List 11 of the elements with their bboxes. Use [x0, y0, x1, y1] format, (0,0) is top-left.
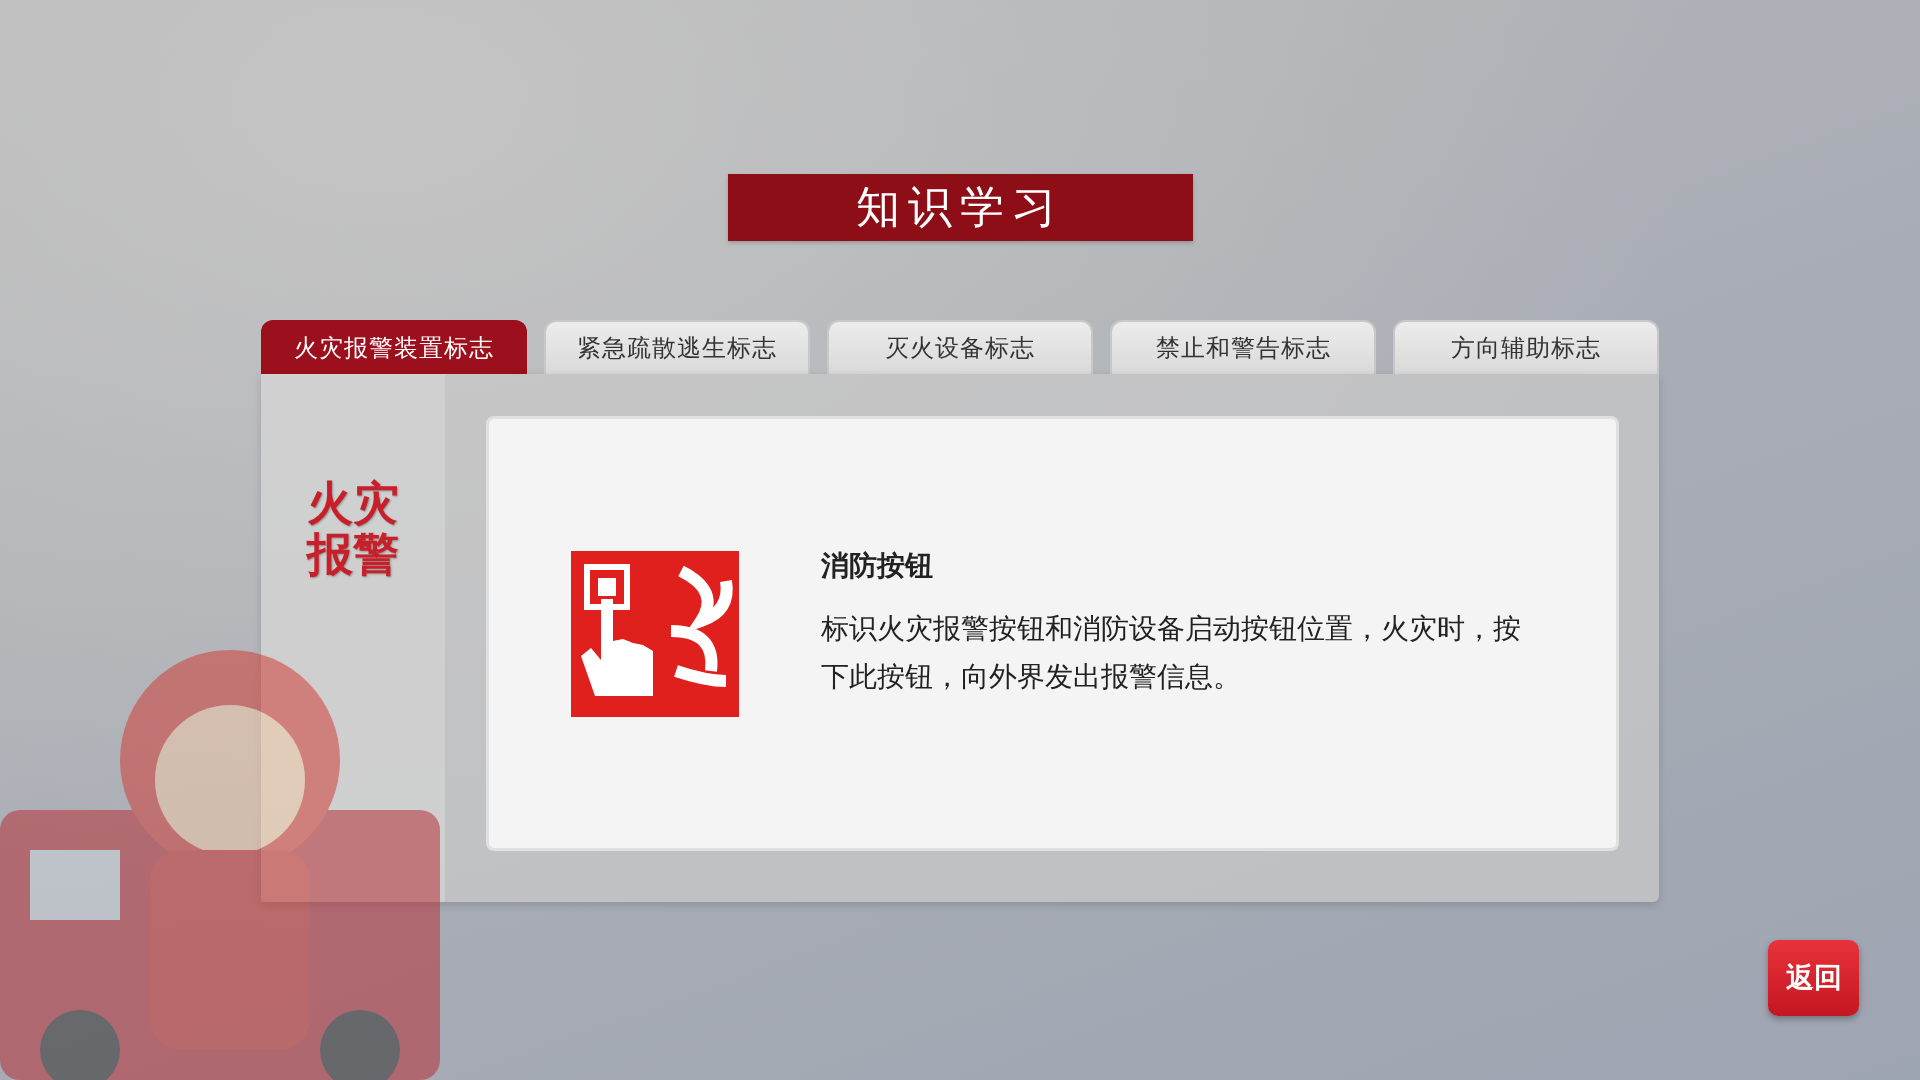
sign-description: 标识火灾报警按钮和消防设备启动按钮位置，火灾时，按下此按钮，向外界发出报警信息。	[821, 610, 1521, 695]
category-tab[interactable]: 灭火设备标志	[827, 320, 1093, 374]
category-tab[interactable]: 紧急疏散逃生标志	[544, 320, 810, 374]
category-tab[interactable]: 禁止和警告标志	[1110, 320, 1376, 374]
category-tab[interactable]: 火灾报警装置标志	[261, 320, 527, 374]
page-title: 知识学习	[727, 174, 1193, 241]
sign-name: 消防按钮	[821, 547, 934, 584]
back-button[interactable]: 返回	[1768, 940, 1859, 1016]
category-tab[interactable]: 方向辅助标志	[1393, 320, 1659, 374]
category-label: 火灾报警	[307, 478, 399, 580]
fire-alarm-button-icon	[571, 550, 739, 717]
